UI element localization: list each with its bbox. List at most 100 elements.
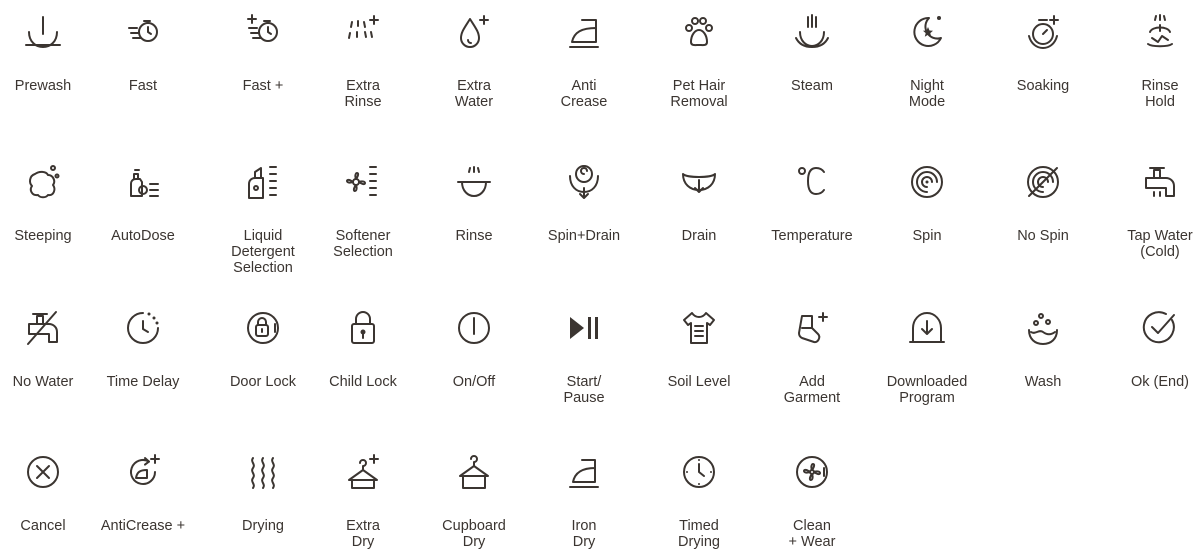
legend-item: Wash [993, 308, 1093, 390]
legend-item-label: Cupboard Dry [442, 518, 506, 550]
legend-item-label: Temperature [771, 228, 853, 244]
legend-item: Extra Dry [313, 452, 413, 550]
on-off-icon [454, 308, 494, 348]
legend-item-label: Extra Water [454, 78, 494, 110]
legend-item-label: AutoDose [111, 228, 175, 244]
iron-dry-icon [564, 452, 604, 492]
legend-item-label: Fast [128, 78, 158, 94]
legend-item-label: Spin+Drain [547, 228, 621, 244]
legend-item: Rinse [424, 162, 524, 244]
legend-item-label: Rinse [455, 228, 493, 244]
start-pause-icon [564, 308, 604, 348]
extra-dry-icon [343, 452, 383, 492]
extra-rinse-icon [343, 12, 383, 52]
clean-wear-icon [792, 452, 832, 492]
legend-item-label: Steeping [14, 228, 72, 244]
wash-icon [1023, 308, 1063, 348]
legend-item-label: Cancel [20, 518, 66, 534]
night-mode-icon [907, 12, 947, 52]
time-delay-icon [123, 308, 163, 348]
legend-item-label: No Water [12, 374, 74, 390]
fast-plus-icon [243, 12, 283, 52]
legend-item: Child Lock [313, 308, 413, 390]
anti-crease-icon [564, 12, 604, 52]
no-spin-icon [1023, 162, 1063, 202]
legend-item-label: Tap Water (Cold) [1127, 228, 1193, 260]
legend-item: Softener Selection [313, 162, 413, 260]
legend-item-label: Time Delay [106, 374, 180, 390]
legend-item-label: Drain [681, 228, 717, 244]
legend-item: Ok (End) [1110, 308, 1203, 390]
soaking-icon [1023, 12, 1063, 52]
downloaded-program-icon [907, 308, 947, 348]
legend-item-label: On/Off [452, 374, 496, 390]
legend-item: Prewash [0, 12, 93, 94]
legend-item-label: Prewash [14, 78, 72, 94]
soil-level-icon [679, 308, 719, 348]
legend-item: On/Off [424, 308, 524, 390]
legend-item-label: Rinse Hold [1141, 78, 1179, 110]
temperature-icon [792, 162, 832, 202]
legend-item: Tap Water (Cold) [1110, 162, 1203, 260]
extra-water-icon [454, 12, 494, 52]
legend-item: Fast + [213, 12, 313, 94]
no-water-icon [23, 308, 63, 348]
legend-item-label: Wash [1024, 374, 1062, 390]
legend-item-label: Night Mode [908, 78, 946, 110]
legend-item: Door Lock [213, 308, 313, 390]
legend-item: Start/ Pause [534, 308, 634, 406]
legend-item: Liquid Detergent Selection [213, 162, 313, 276]
cupboard-dry-icon [454, 452, 494, 492]
legend-item-label: Add Garment [783, 374, 841, 406]
legend-item-label: Soaking [1016, 78, 1070, 94]
legend-item-label: No Spin [1017, 228, 1069, 244]
legend-item: Extra Rinse [313, 12, 413, 110]
anti-crease-plus-icon [123, 452, 163, 492]
legend-item: Drying [213, 452, 313, 534]
legend-item: Downloaded Program [877, 308, 977, 406]
legend-item: Anti Crease [534, 12, 634, 110]
icon-legend-grid: Prewash Fast Fast + Extra Rinse Extra Water A… [0, 0, 1203, 558]
legend-item-label: Start/ Pause [563, 374, 605, 406]
legend-item-label: Extra Dry [346, 518, 380, 550]
legend-item-label: Fast + [242, 78, 284, 94]
legend-item-label: Ok (End) [1130, 374, 1189, 390]
tap-water-icon [1140, 162, 1180, 202]
legend-item: Iron Dry [534, 452, 634, 550]
fast-icon [123, 12, 163, 52]
legend-item-label: Clean + Wear [788, 518, 836, 550]
legend-item-label: Liquid Detergent Selection [231, 228, 295, 276]
autodose-icon [123, 162, 163, 202]
steam-icon [792, 12, 832, 52]
legend-item: Night Mode [877, 12, 977, 110]
legend-item-label: Soil Level [667, 374, 731, 390]
legend-item: Time Delay [93, 308, 193, 390]
legend-item-label: Timed Drying [678, 518, 720, 550]
drying-icon [243, 452, 283, 492]
legend-item: Soaking [993, 12, 1093, 94]
timed-drying-icon [679, 452, 719, 492]
spin-drain-icon [564, 162, 604, 202]
legend-item-label: Downloaded Program [886, 374, 968, 406]
legend-item: Add Garment [762, 308, 862, 406]
legend-item-label: Door Lock [229, 374, 297, 390]
legend-item: Drain [649, 162, 749, 244]
legend-item: AntiCrease + [93, 452, 193, 534]
legend-item-label: Softener Selection [333, 228, 393, 260]
drain-icon [679, 162, 719, 202]
legend-item: AutoDose [93, 162, 193, 244]
legend-item: Pet Hair Removal [649, 12, 749, 110]
legend-item-label: Pet Hair Removal [670, 78, 728, 110]
rinse-icon [454, 162, 494, 202]
legend-item: Rinse Hold [1110, 12, 1203, 110]
legend-item: Steeping [0, 162, 93, 244]
door-lock-icon [243, 308, 283, 348]
ok-end-icon [1140, 308, 1180, 348]
legend-item-label: Steam [791, 78, 833, 94]
prewash-icon [23, 12, 63, 52]
steeping-icon [23, 162, 63, 202]
legend-item: Extra Water [424, 12, 524, 110]
legend-item: Steam [762, 12, 862, 94]
child-lock-icon [343, 308, 383, 348]
legend-item: Temperature [762, 162, 862, 244]
